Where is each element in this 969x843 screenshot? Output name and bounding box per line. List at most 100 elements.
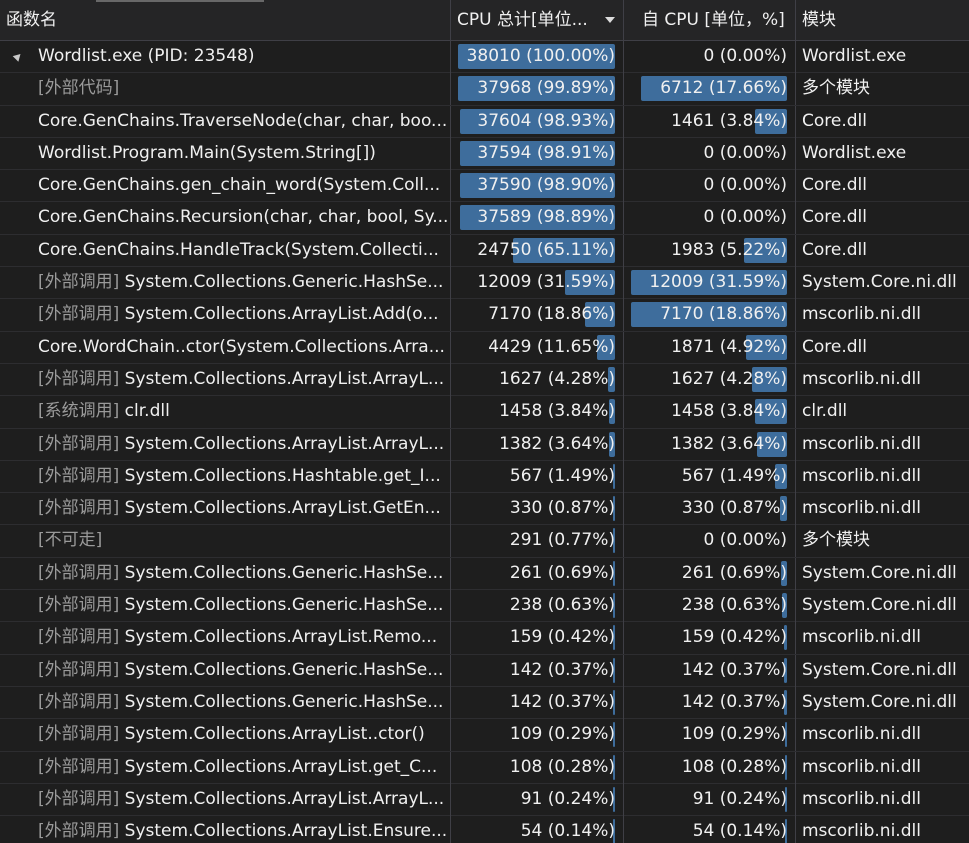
table-row[interactable]: [外部调用] System.Collections.Hashtable.get_… bbox=[0, 460, 969, 494]
table-row[interactable]: [外部调用] System.Collections.ArrayList.Arra… bbox=[0, 783, 969, 817]
function-name: System.Collections.Hashtable.get_I... bbox=[124, 465, 441, 486]
call-type-prefix: [外部调用] bbox=[38, 724, 120, 745]
table-row[interactable]: Wordlist.exe (PID: 23548) 38010 (100.00%)… bbox=[0, 41, 969, 74]
table-row[interactable]: Core.GenChains.Recursion(char, char, boo… bbox=[0, 202, 969, 235]
table-row[interactable]: [外部调用] System.Collections.ArrayList.Ensu… bbox=[0, 816, 969, 843]
table-row[interactable]: [外部调用] System.Collections.Generic.HashSe… bbox=[0, 590, 969, 623]
function-name-cell: [系统调用] clr.dll bbox=[0, 396, 451, 429]
function-name: System.Collections.Generic.HashSe... bbox=[124, 659, 444, 680]
function-name-cell: [外部调用] System.Collections.Generic.HashSe… bbox=[0, 267, 451, 300]
total-cpu-value: 7170 (18.86%) bbox=[488, 304, 615, 325]
total-cpu-cell: 261 (0.69%) bbox=[451, 557, 624, 590]
module-cell: mscorlib.ni.dll bbox=[802, 304, 921, 325]
call-type-prefix: [外部调用] bbox=[38, 368, 120, 389]
function-name-cell: [外部调用] System.Collections.Generic.HashSe… bbox=[0, 654, 451, 687]
total-cpu-cell: 7170 (18.86%) bbox=[451, 299, 624, 332]
total-cpu-cell: 142 (0.37%) bbox=[451, 686, 624, 719]
column-header-label: 函数名 bbox=[6, 10, 57, 30]
function-name-cell: Core.GenChains.Recursion(char, char, boo… bbox=[0, 202, 451, 235]
column-header-total-cpu[interactable]: CPU 总计[单位... bbox=[451, 0, 624, 40]
total-cpu-cell: 37589 (98.89%) bbox=[451, 202, 624, 235]
function-name-cell: [外部调用] System.Collections.ArrayList.GetE… bbox=[0, 493, 451, 526]
table-row[interactable]: [外部调用] System.Collections.ArrayList.Remo… bbox=[0, 622, 969, 655]
expand-collapse-icon[interactable] bbox=[12, 51, 24, 62]
table-row[interactable]: Core.GenChains.gen_chain_word(System.Col… bbox=[0, 170, 969, 203]
self-cpu-value: 159 (0.42%) bbox=[681, 627, 787, 648]
total-cpu-value: 261 (0.69%) bbox=[509, 562, 615, 583]
table-row[interactable]: [不可走] 291 (0.77%) 0 (0.00%) 多个模块 bbox=[0, 525, 969, 558]
module-cell: mscorlib.ni.dll bbox=[802, 788, 921, 809]
table-row[interactable]: [外部调用] System.Collections.ArrayList.get_… bbox=[0, 751, 969, 784]
module-cell: clr.dll bbox=[802, 401, 848, 422]
self-cpu-value: 0 (0.00%) bbox=[703, 207, 788, 228]
table-row[interactable]: [外部调用] System.Collections.ArrayList.Add(… bbox=[0, 299, 969, 332]
function-name-cell: [外部调用] System.Collections.ArrayList.Arra… bbox=[0, 783, 451, 816]
self-cpu-value: 567 (1.49%) bbox=[681, 465, 787, 486]
table-row[interactable]: Core.GenChains.HandleTrack(System.Collec… bbox=[0, 234, 969, 268]
table-row[interactable]: [外部代码] 37968 (99.89%) 6712 (17.66%) 多个模块 bbox=[0, 73, 969, 106]
function-name: System.Collections.ArrayList..ctor() bbox=[124, 724, 425, 745]
self-cpu-cell: 567 (1.49%) bbox=[624, 460, 796, 493]
self-cpu-cell: 7170 (18.86%) bbox=[624, 299, 796, 332]
self-cpu-cell: 0 (0.00%) bbox=[624, 137, 796, 170]
module-cell: Core.dll bbox=[802, 110, 867, 131]
total-cpu-cell: 37604 (98.93%) bbox=[451, 105, 624, 138]
table-row[interactable]: [外部调用] System.Collections.ArrayList.Arra… bbox=[0, 428, 969, 461]
call-type-prefix: [外部调用] bbox=[38, 465, 120, 486]
self-cpu-cell: 159 (0.42%) bbox=[624, 622, 796, 655]
self-cpu-value: 1983 (5.22%) bbox=[671, 239, 787, 260]
table-row[interactable]: [外部调用] System.Collections.ArrayList.Arra… bbox=[0, 363, 969, 397]
function-name: Core.GenChains.gen_chain_word(System.Col… bbox=[38, 175, 441, 196]
call-type-prefix: [外部调用] bbox=[38, 691, 120, 712]
total-cpu-value: 291 (0.77%) bbox=[509, 530, 615, 551]
table-row[interactable]: [外部调用] System.Collections.Generic.HashSe… bbox=[0, 557, 969, 591]
function-name-cell: [外部调用] System.Collections.ArrayList..cto… bbox=[0, 719, 451, 752]
function-name: System.Collections.ArrayList.Remo... bbox=[124, 627, 438, 648]
function-name: System.Collections.ArrayList.Ensure... bbox=[124, 821, 448, 842]
module-cell: mscorlib.ni.dll bbox=[802, 465, 921, 486]
column-header-module[interactable]: 模块 bbox=[796, 0, 969, 40]
module-cell: System.Core.ni.dll bbox=[802, 562, 957, 583]
table-row[interactable]: Wordlist.Program.Main(System.String[]) 37… bbox=[0, 137, 969, 171]
function-name-cell: [外部调用] System.Collections.ArrayList.Arra… bbox=[0, 363, 451, 396]
total-cpu-cell: 108 (0.28%) bbox=[451, 751, 624, 784]
self-cpu-value: 0 (0.00%) bbox=[703, 175, 788, 196]
column-header-self-cpu[interactable]: 自 CPU [单位，%] bbox=[624, 0, 796, 40]
call-type-prefix: [系统调用] bbox=[38, 401, 120, 422]
self-cpu-value: 1382 (3.64%) bbox=[671, 433, 787, 454]
call-type-prefix: [外部调用] bbox=[38, 821, 120, 842]
function-name-cell: Wordlist.exe (PID: 23548) bbox=[0, 41, 451, 73]
function-name: Core.GenChains.HandleTrack(System.Collec… bbox=[38, 239, 439, 260]
self-cpu-cell: 0 (0.00%) bbox=[624, 525, 796, 558]
table-row[interactable]: [系统调用] clr.dll 1458 (3.84%) 1458 (3.84%) cl… bbox=[0, 396, 969, 429]
table-row[interactable]: Core.GenChains.TraverseNode(char, char, … bbox=[0, 105, 969, 138]
table-row[interactable]: [外部调用] System.Collections.Generic.HashSe… bbox=[0, 654, 969, 687]
function-name-cell: [外部调用] System.Collections.ArrayList.get_… bbox=[0, 751, 451, 784]
table-row[interactable]: [外部调用] System.Collections.Generic.HashSe… bbox=[0, 686, 969, 720]
table-row[interactable]: Core.WordChain..ctor(System.Collections.… bbox=[0, 331, 969, 364]
self-cpu-cell: 1382 (3.64%) bbox=[624, 428, 796, 461]
self-cpu-value: 238 (0.63%) bbox=[681, 595, 787, 616]
column-header-function-name[interactable]: 函数名 bbox=[0, 0, 451, 40]
column-header-label: 模块 bbox=[802, 10, 836, 30]
function-name-cell: [外部调用] System.Collections.Hashtable.get_… bbox=[0, 460, 451, 493]
column-header-label: 自 CPU [单位，%] bbox=[642, 10, 785, 30]
module-cell: mscorlib.ni.dll bbox=[802, 433, 921, 454]
self-cpu-cell: 142 (0.37%) bbox=[624, 654, 796, 687]
total-cpu-value: 1458 (3.84%) bbox=[499, 401, 615, 422]
total-cpu-value: 24750 (65.11%) bbox=[477, 239, 615, 260]
function-name: System.Collections.ArrayList.GetEn... bbox=[124, 498, 441, 519]
table-row[interactable]: [外部调用] System.Collections.ArrayList.GetE… bbox=[0, 493, 969, 526]
module-cell: Wordlist.exe bbox=[802, 46, 907, 66]
call-type-prefix: [外部调用] bbox=[38, 627, 120, 648]
function-name-cell: Core.GenChains.TraverseNode(char, char, … bbox=[0, 105, 451, 138]
self-cpu-value: 54 (0.14%) bbox=[692, 821, 787, 842]
table-row[interactable]: [外部调用] System.Collections.Generic.HashSe… bbox=[0, 267, 969, 300]
self-cpu-value: 108 (0.28%) bbox=[681, 756, 787, 777]
self-cpu-value: 6712 (17.66%) bbox=[660, 78, 787, 99]
self-cpu-cell: 1871 (4.92%) bbox=[624, 331, 796, 364]
function-name: Core.GenChains.Recursion(char, char, boo… bbox=[38, 207, 449, 228]
table-row[interactable]: [外部调用] System.Collections.ArrayList..cto… bbox=[0, 719, 969, 752]
call-type-prefix: [外部调用] bbox=[38, 433, 120, 454]
self-cpu-cell: 0 (0.00%) bbox=[624, 41, 796, 73]
